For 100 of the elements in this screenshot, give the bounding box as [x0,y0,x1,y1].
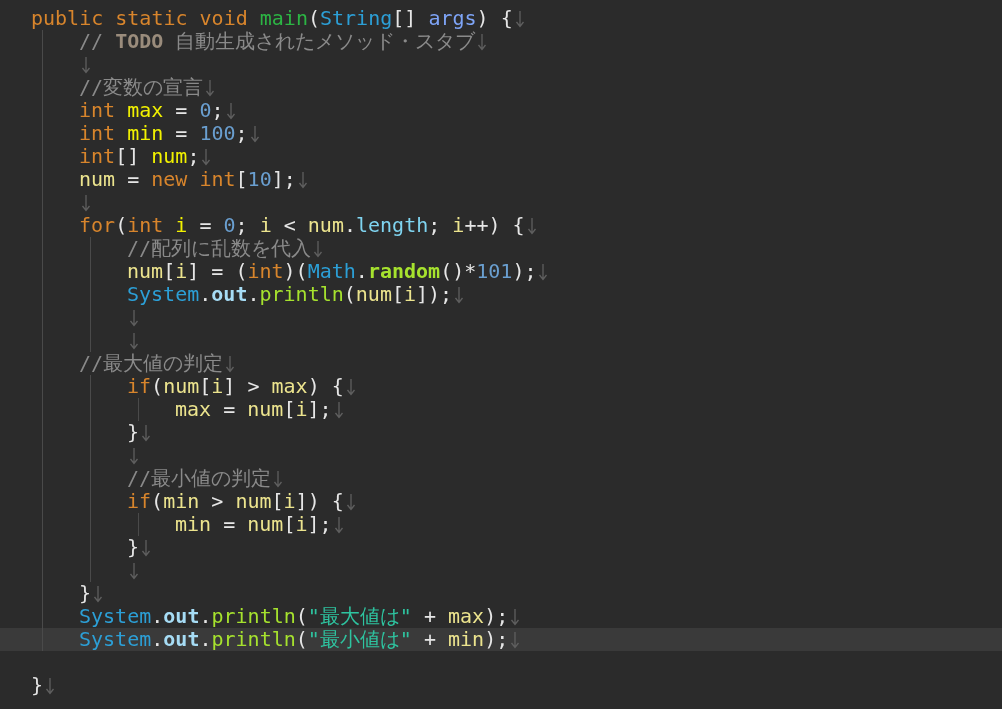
variable-name: min [448,628,485,651]
newline-arrow-icon [93,584,104,603]
variable-name: max [175,398,212,421]
code-text: [ [391,283,404,306]
code-text: ); [512,260,537,283]
keyword: if [127,375,152,398]
keyword: int [79,145,116,168]
code-text: } [127,421,140,444]
code-text: ( [151,490,164,513]
field-name: length [356,214,429,237]
code-text: )( [283,260,308,283]
variable-name: num [151,145,188,168]
variable-name: max [271,375,308,398]
string-literal: "最小値は" [307,628,412,651]
newline-arrow-icon [45,676,56,695]
keyword: int [247,260,284,283]
code-text: . [199,283,212,306]
code-text: [ [235,168,248,191]
class-name: System [79,628,152,651]
code-text: ; [187,145,200,168]
variable-name: num [163,375,200,398]
number-literal: 100 [199,122,236,145]
variable-name: num [307,214,344,237]
comment: //最小値の判定 [127,467,272,490]
code-text: = [174,122,189,145]
newline-arrow-icon [141,423,152,442]
method-name: println [211,628,296,651]
code-text: ] > [223,375,261,398]
comment: // [79,30,105,53]
code-text: . [199,605,212,628]
keyword: int [127,214,165,237]
newline-arrow-icon [141,538,152,557]
code-text: ]); [416,283,453,306]
code-text: ( [295,628,308,651]
code-text: ++) { [464,214,525,237]
code-text: ( [343,283,356,306]
code-text: ] = ( [187,260,248,283]
variable-name: num [247,398,284,421]
number-literal: 0 [199,99,212,122]
newline-arrow-icon [333,400,344,419]
newline-arrow-icon [526,216,537,235]
code-text: } [79,582,92,605]
comment: //変数の宣言 [79,76,204,99]
code-text: + [422,605,437,628]
newline-arrow-icon [249,124,260,143]
newline-arrow-icon [297,170,308,189]
code-text: [ [271,490,284,513]
method-name: random [367,260,441,283]
code-text: [ [283,513,296,536]
variable-name: min [163,490,200,513]
field-name: out [163,605,200,628]
code-text: < [282,214,297,237]
variable-name: i [175,214,188,237]
field-name: out [163,628,200,651]
newline-arrow-icon [205,78,216,97]
newline-arrow-icon [225,354,236,373]
newline-arrow-icon [273,469,284,488]
variable-name: min [127,122,164,145]
code-text: . [199,628,212,651]
keyword: if [127,490,152,513]
code-text: . [247,283,260,306]
todo-tag: TODO [115,30,164,53]
number-literal: 10 [247,168,272,191]
variable-name: min [175,513,212,536]
class-name: System [79,605,152,628]
newline-arrow-icon [81,55,91,74]
newline-arrow-icon [477,32,488,51]
code-text: . [343,214,356,237]
variable-name: i [295,513,308,536]
newline-arrow-icon [129,561,139,580]
code-text: ]) { [295,490,344,513]
code-text: [ [199,375,212,398]
string-literal: "最大値は" [307,605,412,628]
variable-name: num [247,513,284,536]
class-name: System [127,283,200,306]
code-text: ; [235,122,248,145]
newline-arrow-icon [201,147,212,166]
code-text: ]; [307,398,332,421]
code-text: ( [295,605,308,628]
code-text: ); [484,628,509,651]
method-name: println [211,605,296,628]
newline-arrow-icon [514,9,525,28]
code-text: . [151,605,164,628]
keyword: new [151,168,189,191]
comment: 自動生成されたメソッド・スタブ [174,30,476,53]
variable-name: num [355,283,392,306]
newline-arrow-icon [225,101,236,120]
newline-arrow-icon [129,308,139,327]
newline-arrow-icon [510,607,521,626]
keyword: int [79,99,117,122]
newline-arrow-icon [333,515,344,534]
newline-arrow-icon [510,630,521,649]
newline-arrow-icon [129,446,139,465]
method-name: main [259,7,308,30]
newline-arrow-icon [129,331,139,350]
variable-name: i [283,490,296,513]
keyword: int [79,122,117,145]
keyword: int [199,168,236,191]
variable-name: max [127,99,164,122]
code-text: + [422,628,437,651]
